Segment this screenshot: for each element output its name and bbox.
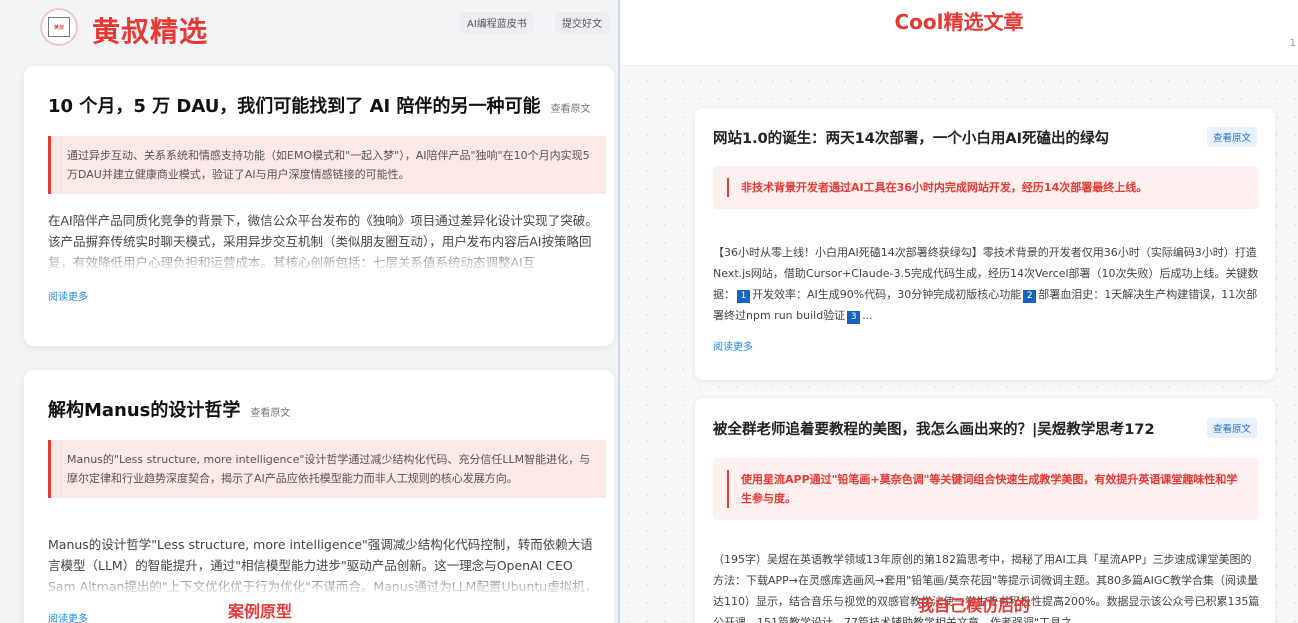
article-card: 被全群老师追着要教程的美图，我怎么画出来的？|吴煜教学思考172 查看原文 使用…: [695, 398, 1275, 623]
article-title[interactable]: 网站1.0的诞生：两天14次部署，一个小白用AI死磕出的绿勾: [713, 127, 1109, 148]
article-card: 网站1.0的诞生：两天14次部署，一个小白用AI死磕出的绿勾 查看原文 非技术背…: [695, 108, 1275, 380]
fade-overlay: [48, 245, 604, 273]
article-title[interactable]: 被全群老师追着要教程的美图，我怎么画出来的？|吴煜教学思考172: [713, 418, 1155, 439]
article-title[interactable]: 解构Manus的设计哲学: [48, 400, 240, 421]
body-text: ...: [862, 309, 873, 322]
fade-overlay: [48, 569, 604, 597]
right-header: Cool精选文章 1: [620, 0, 1298, 66]
number-badge: 2: [1023, 290, 1037, 303]
article-summary: 使用星流APP通过"铅笔画+莫奈色调"等关键词组合快速生成教学美图，有效提升英语…: [713, 458, 1259, 520]
right-pane: Cool精选文章 1 网站1.0的诞生：两天14次部署，一个小白用AI死磕出的绿…: [620, 0, 1298, 623]
article-body-wrap: Manus的设计哲学"Less structure, more intellig…: [48, 534, 604, 597]
article-title-row: 10 个月，5 万 DAU，我们可能找到了 AI 陪伴的另一种可能 查看原文: [48, 92, 590, 118]
view-source-link[interactable]: 查看原文: [250, 408, 290, 419]
caption-original: 案例原型: [228, 602, 293, 621]
article-summary: 通过异步互动、关系系统和情感支持功能（如EMO模式和"一起入梦"），AI陪伴产品…: [48, 136, 606, 194]
read-more-link[interactable]: 阅读更多: [48, 288, 88, 303]
article-summary: Manus的"Less structure, more intelligence…: [48, 440, 606, 498]
view-source-button[interactable]: 查看原文: [1206, 127, 1257, 147]
number-badge: 3: [847, 311, 861, 324]
article-card: 10 个月，5 万 DAU，我们可能找到了 AI 陪伴的另一种可能 查看原文 通过…: [24, 66, 614, 346]
number-badge: 1: [737, 290, 750, 303]
page-title: Cool精选文章: [894, 10, 1024, 34]
article-card: 解构Manus的设计哲学 查看原文 Manus的"Less structure, …: [24, 370, 614, 623]
left-header: 黄叔 黄叔精选 AI编程蓝皮书 提交好文: [0, 0, 618, 54]
left-pane: 黄叔 黄叔精选 AI编程蓝皮书 提交好文 10 个月，5 万 DAU，我们可能找…: [0, 0, 618, 623]
body-text: 开发效率：AI生成90%代码，30分钟完成初版核心功能: [752, 288, 1022, 301]
logo-text: 黄叔: [48, 17, 70, 37]
nav-submit-link[interactable]: 提交好文: [555, 12, 609, 33]
article-body: 【36小时从零上线！小白用AI死磕14次部署终获绿勾】零技术背景的开发者仅用36…: [713, 242, 1261, 326]
read-more-link[interactable]: 阅读更多: [713, 338, 753, 353]
article-title-row: 解构Manus的设计哲学 查看原文: [48, 396, 290, 422]
view-source-button[interactable]: 查看原文: [1206, 418, 1257, 438]
view-source-link[interactable]: 查看原文: [550, 104, 590, 115]
article-body-wrap: 在AI陪伴产品同质化竞争的背景下，微信公众平台发布的《独响》项目通过差异化设计实…: [48, 210, 604, 273]
edge-mark: 1: [1289, 38, 1296, 49]
brand-title[interactable]: 黄叔精选: [92, 10, 208, 50]
nav-ai-book-link[interactable]: AI编程蓝皮书: [460, 12, 534, 33]
read-more-link[interactable]: 阅读更多: [48, 610, 88, 623]
caption-imitation: 我自己模仿后的: [918, 596, 1031, 615]
article-title[interactable]: 10 个月，5 万 DAU，我们可能找到了 AI 陪伴的另一种可能: [48, 96, 540, 117]
brand-logo[interactable]: 黄叔: [40, 8, 78, 46]
article-summary: 非技术背景开发者通过AI工具在36小时内完成网站开发，经历14次部署最终上线。: [713, 166, 1259, 209]
